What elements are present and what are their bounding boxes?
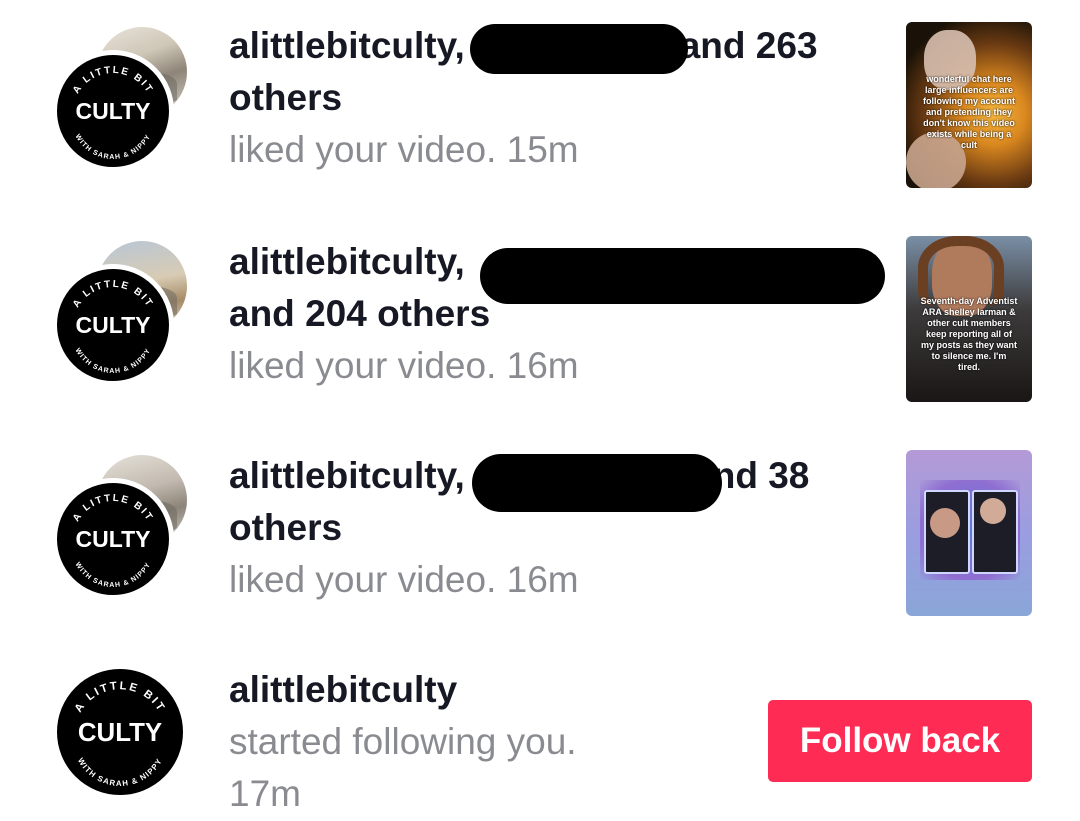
others-label: others [229,77,343,118]
username-link[interactable]: alittlebitculty, [229,455,465,496]
redaction-mark [472,454,722,512]
video-thumbnail[interactable]: wonderful chat here large influencers ar… [906,22,1032,188]
notification-row[interactable]: A LITTLE BIT CULTY WITH SARAH & NIPPY al… [0,214,1080,424]
logo-bottom-text: WITH SARAH & NIPPY [74,133,152,161]
logo-center-text: CULTY [76,526,151,552]
follow-back-button[interactable]: Follow back [768,700,1032,782]
others-count: 204 [305,293,367,334]
username-link[interactable]: alittlebitculty, [229,241,465,282]
notification-row[interactable]: A LITTLE BIT CULTY WITH SARAH & NIPPY al… [0,428,1080,638]
logo-top-text: A LITTLE BIT [71,65,153,96]
svg-text:A LITTLE BIT: A LITTLE BIT [71,65,155,96]
others-count: 263 [755,25,818,66]
video-thumbnail[interactable]: Seventh-day Adventist ARA shelley larman… [906,236,1032,402]
logo-bottom-text: WITH SARAH & NIPPY [74,347,152,375]
svg-text:WITH SARAH & NIPPY: WITH SARAH & NIPPY [74,561,153,589]
thumbnail-caption: wonderful chat here large influencers ar… [922,74,1015,150]
action-text: liked your video. [229,345,497,386]
culty-avatar[interactable]: A LITTLE BIT CULTY WITH SARAH & NIPPY [52,264,174,386]
culty-logo-icon: A LITTLE BIT CULTY WITH SARAH & NIPPY [73,680,168,788]
notification-action: liked your video. 16m [229,554,870,606]
culty-avatar[interactable]: A LITTLE BIT CULTY WITH SARAH & NIPPY [52,50,174,172]
svg-text:A LITTLE BIT: A LITTLE BIT [71,279,155,310]
timestamp: 16m [506,345,579,386]
video-thumbnail[interactable] [906,450,1032,616]
culty-avatar[interactable]: A LITTLE BIT CULTY WITH SARAH & NIPPY [52,478,174,600]
logo-center-text: CULTY [76,98,151,124]
svg-text:WITH SARAH & NIPPY: WITH SARAH & NIPPY [74,133,153,161]
culty-logo-icon: A LITTLE BIT CULTY WITH SARAH & NIPPY [71,279,155,375]
notification-action: liked your video. 16m [229,340,870,392]
timestamp: 15m [506,129,579,170]
svg-text:A LITTLE BIT: A LITTLE BIT [71,493,155,524]
svg-text:WITH SARAH & NIPPY: WITH SARAH & NIPPY [76,756,164,788]
username-link[interactable]: alittlebitculty, [229,25,465,66]
others-label: others [377,293,491,334]
svg-text:A LITTLE BIT: A LITTLE BIT [73,680,168,715]
action-text: liked your video. [229,559,497,600]
logo-top-text: A LITTLE BIT [71,279,153,310]
culty-logo-icon: A LITTLE BIT CULTY WITH SARAH & NIPPY [71,493,155,589]
thumbnail-caption: Seventh-day Adventist ARA shelley larman… [920,296,1018,372]
others-count: 38 [768,455,810,496]
and-text: and [229,293,295,334]
action-text: liked your video. [229,129,497,170]
redaction-mark [470,24,688,74]
logo-bottom-text: WITH SARAH & NIPPY [76,756,163,788]
logo-center-text: CULTY [78,719,162,747]
culty-avatar[interactable]: A LITTLE BIT CULTY WITH SARAH & NIPPY [52,664,188,800]
logo-center-text: CULTY [76,312,151,338]
logo-bottom-text: WITH SARAH & NIPPY [74,561,152,589]
logo-top-text: A LITTLE BIT [71,493,153,524]
notification-action: liked your video. 15m [229,124,870,176]
svg-text:WITH SARAH & NIPPY: WITH SARAH & NIPPY [74,347,153,375]
redaction-mark [480,248,885,304]
timestamp: 16m [506,559,579,600]
notification-row[interactable]: A LITTLE BIT CULTY WITH SARAH & NIPPY al… [0,0,1080,210]
and-text: and [679,25,746,66]
logo-top-text: A LITTLE BIT [73,680,166,715]
culty-logo-icon: A LITTLE BIT CULTY WITH SARAH & NIPPY [71,65,155,161]
